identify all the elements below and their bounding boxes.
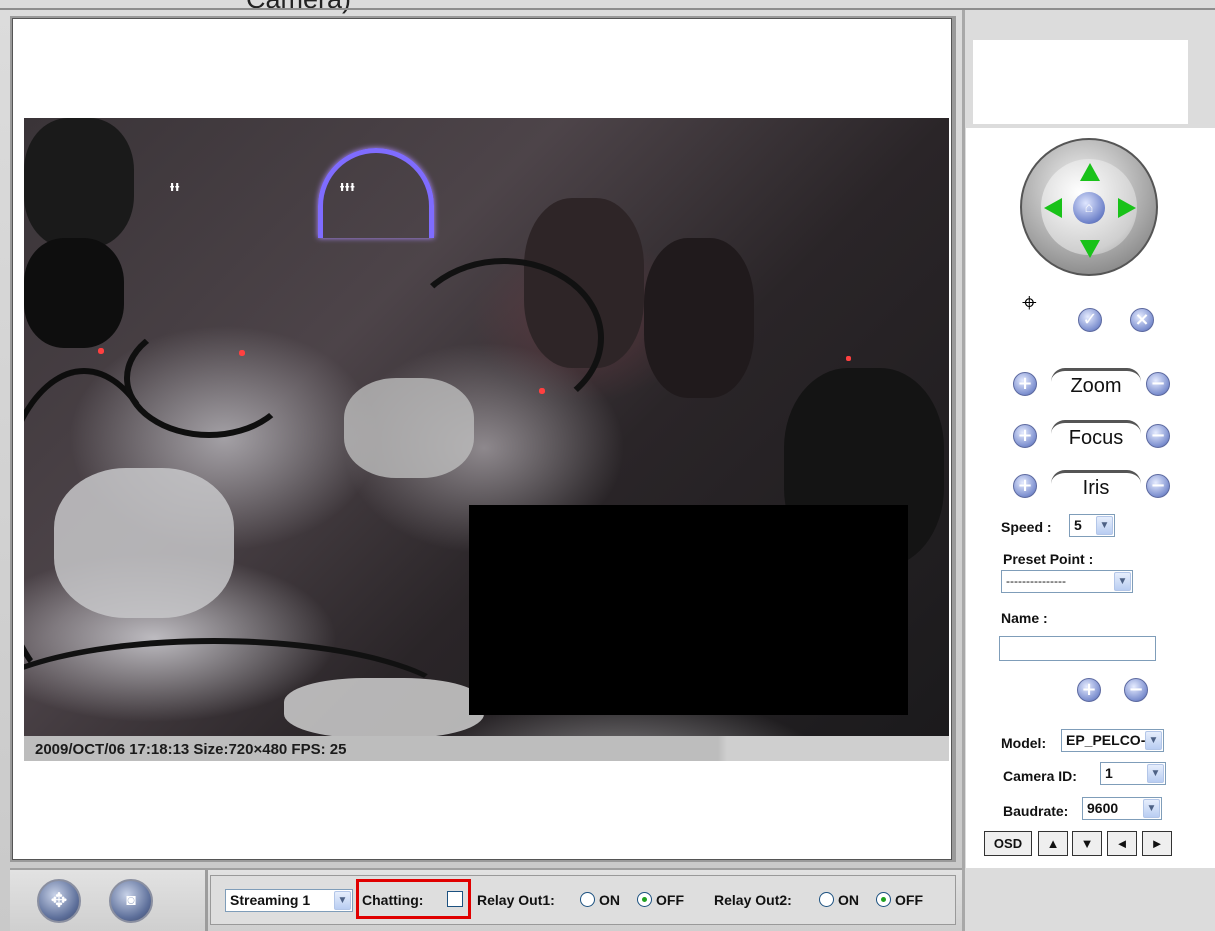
camera-id-label: Camera ID: — [1003, 768, 1077, 784]
relay-out1-on-label: ON — [599, 892, 620, 908]
relay-out1-off-label: OFF — [656, 892, 684, 908]
preset-name-label: Name : — [1001, 610, 1048, 626]
remove-preset-button[interactable]: − — [1124, 678, 1148, 702]
relay-out2-off-label: OFF — [895, 892, 923, 908]
preset-name-input[interactable] — [999, 636, 1156, 661]
video-scene-cable — [404, 258, 604, 418]
preset-point-select[interactable]: --------------- ▼ — [1001, 570, 1133, 593]
video-scene-object — [24, 238, 124, 348]
osd-timestamp-text: 2009/OCT/06 17:18:13 Size:720×480 FPS: 2… — [35, 741, 347, 758]
neon-sign-text-right: ᵻᵻᵻ — [340, 178, 356, 195]
osd-right-button[interactable]: ► — [1142, 831, 1172, 856]
preset-point-select-value: --------------- — [1006, 574, 1066, 588]
model-label: Model: — [1001, 735, 1047, 751]
video-scene-cable — [24, 638, 464, 736]
camera-id-select-value: 1 — [1105, 765, 1113, 781]
redacted-region — [469, 505, 908, 715]
chevron-down-icon: ▼ — [334, 891, 351, 910]
pan-left-arrow-icon[interactable] — [1044, 198, 1062, 218]
red-indicator-light — [846, 356, 851, 361]
model-select-value: EP_PELCO- — [1066, 732, 1146, 748]
chevron-down-icon: ▼ — [1147, 764, 1164, 783]
video-scene-object — [24, 118, 134, 248]
logo-area — [973, 40, 1188, 124]
snapshot-button[interactable]: ◙ — [109, 879, 153, 923]
osd-left-button[interactable]: ◄ — [1107, 831, 1137, 856]
osd-up-button[interactable]: ▲ — [1038, 831, 1068, 856]
model-select[interactable]: EP_PELCO- ▼ — [1061, 729, 1164, 752]
relay-out2-on-radio[interactable] — [819, 892, 834, 907]
relay-out2-label: Relay Out2: — [714, 892, 792, 908]
move-camera-icon[interactable]: ⌖ — [1022, 287, 1037, 319]
chevron-down-icon: ▼ — [1145, 731, 1162, 750]
focus-far-button[interactable]: − — [1146, 424, 1170, 448]
relay-out1-label: Relay Out1: — [477, 892, 555, 908]
osd-down-button[interactable]: ▼ — [1072, 831, 1102, 856]
tilt-down-arrow-icon[interactable] — [1080, 240, 1100, 258]
speed-select[interactable]: 5 ▼ — [1069, 514, 1115, 537]
relay-out2-off-radio[interactable] — [876, 892, 891, 907]
chevron-down-icon: ▼ — [1114, 572, 1131, 591]
relay-out1-off-radio[interactable] — [637, 892, 652, 907]
chevron-down-icon: ▼ — [1096, 516, 1113, 535]
red-indicator-light — [239, 350, 245, 356]
toolbar-separator — [205, 870, 208, 931]
preset-point-label: Preset Point : — [1003, 551, 1094, 567]
neon-sign-text-left: ᵻᵻ — [170, 178, 181, 195]
focus-label: Focus — [1051, 420, 1141, 450]
baudrate-select[interactable]: 9600 ▼ — [1082, 797, 1162, 820]
baudrate-label: Baudrate: — [1003, 803, 1069, 819]
ptz-control-button[interactable]: ✥ — [37, 879, 81, 923]
camera-id-select[interactable]: 1 ▼ — [1100, 762, 1166, 785]
highlight-box — [356, 879, 471, 919]
zoom-label: Zoom — [1051, 368, 1141, 398]
speed-select-value: 5 — [1074, 517, 1082, 533]
iris-close-button[interactable]: − — [1146, 474, 1170, 498]
iris-open-button[interactable]: + — [1013, 474, 1037, 498]
stream-select[interactable]: Streaming 1 ▼ — [225, 889, 353, 912]
joystick-icon: ✥ — [50, 890, 68, 912]
tilt-up-arrow-icon[interactable] — [1080, 163, 1100, 181]
home-position-icon[interactable]: ⌂ — [1073, 192, 1105, 224]
stream-select-value: Streaming 1 — [230, 892, 311, 908]
add-preset-button[interactable]: + — [1077, 678, 1101, 702]
video-scene-object — [644, 238, 754, 398]
relay-out2-on-label: ON — [838, 892, 859, 908]
confirm-circle-icon[interactable]: ✓ — [1078, 308, 1102, 332]
cancel-circle-icon[interactable]: × — [1130, 308, 1154, 332]
camera-icon: ◙ — [126, 892, 136, 909]
baudrate-select-value: 9600 — [1087, 800, 1119, 816]
zoom-out-button[interactable]: − — [1146, 372, 1170, 396]
pan-right-arrow-icon[interactable] — [1118, 198, 1136, 218]
chevron-down-icon: ▼ — [1143, 799, 1160, 818]
zoom-in-button[interactable]: + — [1013, 372, 1037, 396]
speed-label: Speed : — [1001, 519, 1052, 535]
relay-out1-on-radio[interactable] — [580, 892, 595, 907]
focus-near-button[interactable]: + — [1013, 424, 1037, 448]
red-indicator-light — [539, 388, 545, 394]
osd-button[interactable]: OSD — [984, 831, 1032, 856]
red-indicator-light — [98, 348, 104, 354]
iris-label: Iris — [1051, 470, 1141, 500]
video-scene-cable — [124, 318, 294, 438]
